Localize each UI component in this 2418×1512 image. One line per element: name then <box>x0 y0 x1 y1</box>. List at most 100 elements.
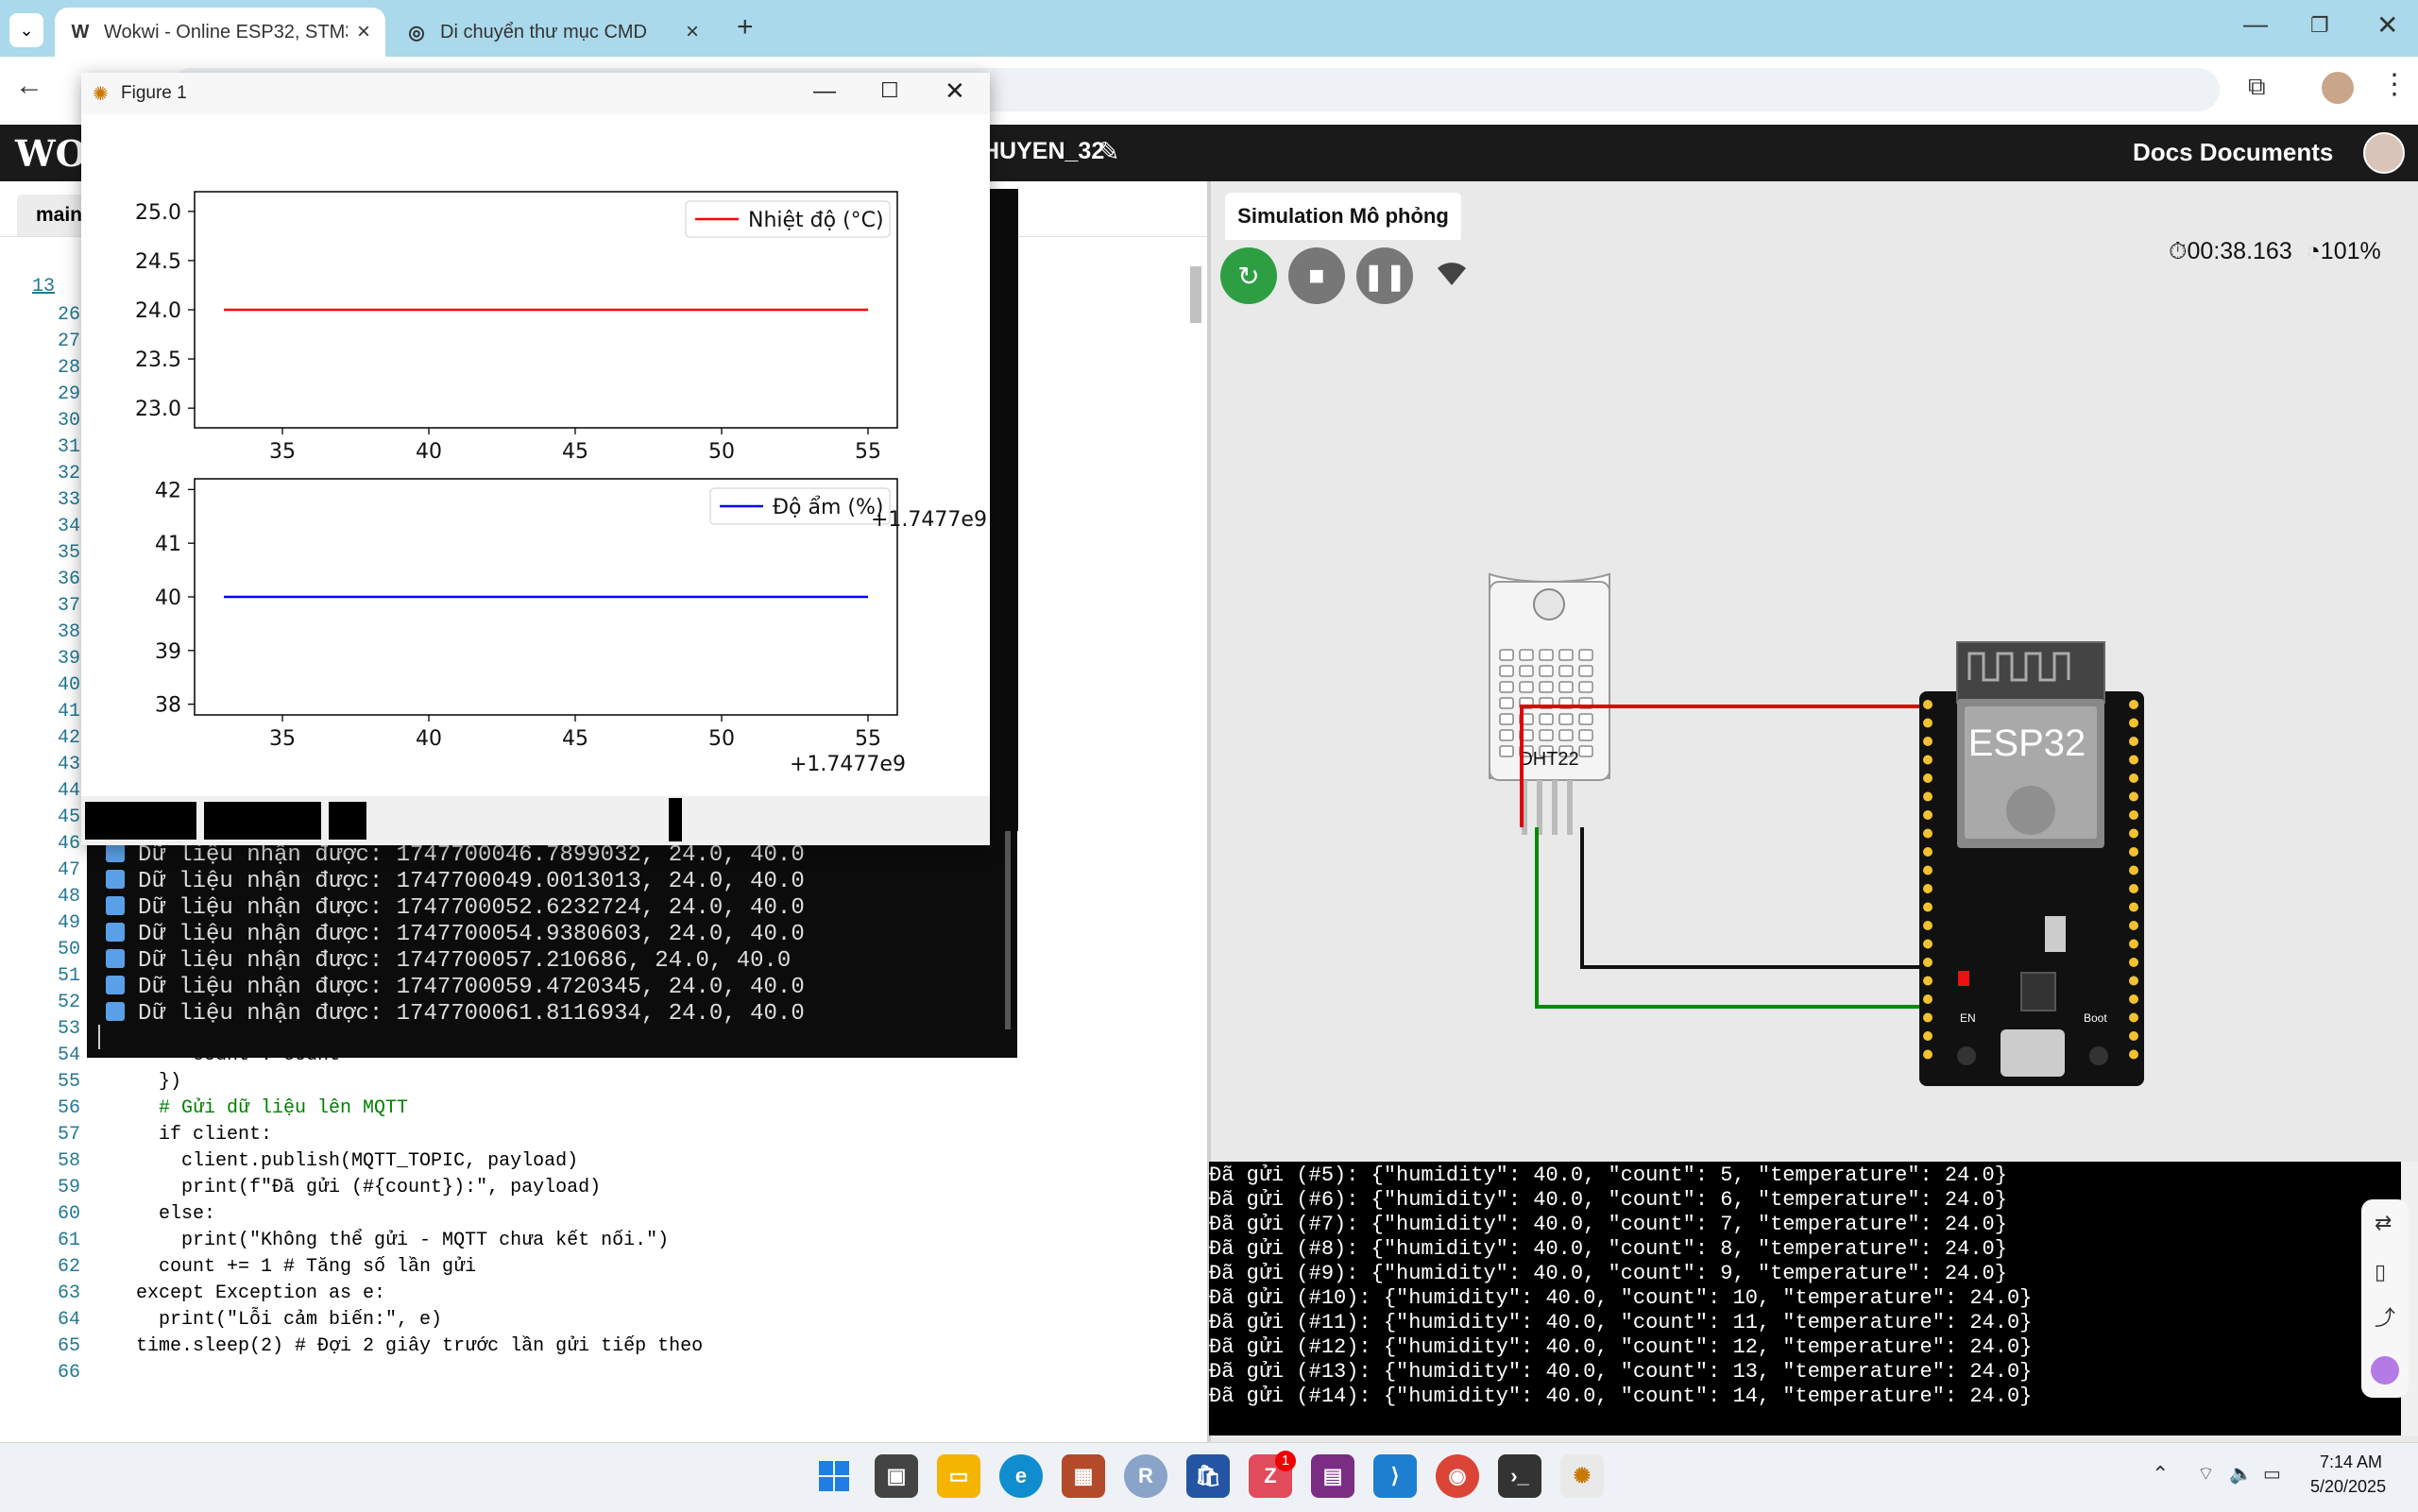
code-line[interactable]: else: <box>91 1203 215 1225</box>
project-name[interactable]: HUYEN_32 <box>982 138 1104 165</box>
esp32-pin[interactable] <box>1923 865 1933 875</box>
esp32-pin[interactable] <box>1923 939 1933 949</box>
esp32-pin[interactable] <box>2129 755 2138 765</box>
esp32-pin[interactable] <box>2129 1012 2138 1023</box>
chrome-icon[interactable]: ◉ <box>1436 1454 1479 1498</box>
restore-window-icon[interactable]: ❐ <box>2310 13 2329 38</box>
esp32-pin[interactable] <box>2129 976 2138 986</box>
esp32-pin[interactable] <box>1923 994 1933 1004</box>
esp32-pin[interactable] <box>2129 994 2138 1004</box>
esp32-pin[interactable] <box>1923 976 1933 986</box>
volume-icon[interactable]: 🔈 <box>2229 1462 2253 1486</box>
esp32-pin[interactable] <box>1923 1031 1933 1041</box>
esp32-pin[interactable] <box>1923 1049 1933 1060</box>
tray-chevron-icon[interactable]: ⌃ <box>2152 1462 2169 1487</box>
task-view-icon[interactable]: ▣ <box>875 1454 918 1498</box>
toolbar-button[interactable] <box>85 802 196 840</box>
matplotlib-taskbar-icon[interactable]: ✺ <box>1560 1454 1604 1498</box>
clock-time[interactable]: 7:14 AM <box>2320 1453 2382 1472</box>
toolbar-button[interactable] <box>204 802 321 840</box>
toolbar-button[interactable] <box>669 798 682 841</box>
wifi-tray-icon[interactable]: ⌔ <box>2197 1462 2215 1486</box>
serial-monitor[interactable]: Đã gửi (#5): {"humidity": 40.0, "count":… <box>1209 1162 2401 1436</box>
vscode-icon[interactable]: ⟩ <box>1373 1454 1417 1498</box>
back-icon[interactable]: ← <box>15 70 43 102</box>
esp32-pin[interactable] <box>2129 718 2138 728</box>
r-app-icon[interactable]: R <box>1124 1454 1167 1498</box>
esp32-pin[interactable] <box>2129 810 2138 820</box>
esp32-pin[interactable] <box>1923 737 1933 746</box>
code-line[interactable]: print("Lỗi cảm biến:", e) <box>91 1309 442 1331</box>
esp32-pin[interactable] <box>2129 737 2138 746</box>
esp32-pin[interactable] <box>2129 700 2138 709</box>
esp32-pin[interactable] <box>1923 884 1933 893</box>
esp32-pin[interactable] <box>2129 828 2138 839</box>
terminal-icon[interactable]: ›_ <box>1498 1454 1541 1498</box>
copilot-icon[interactable] <box>2371 1356 2399 1385</box>
esp32-pin[interactable] <box>2129 958 2138 967</box>
minimize-icon[interactable]: — <box>813 78 836 105</box>
code-line[interactable]: print("Không thể gửi - MQTT chưa kết nối… <box>91 1230 669 1251</box>
esp32-pin[interactable] <box>2129 791 2138 802</box>
esp32-pin[interactable] <box>1923 773 1933 783</box>
stop-button[interactable]: ■ <box>1288 247 1345 304</box>
close-icon[interactable]: ✕ <box>945 76 965 106</box>
esp32-pin[interactable] <box>1923 718 1933 728</box>
esp32-pin[interactable] <box>1923 921 1933 930</box>
esp32-pin[interactable] <box>1923 847 1933 857</box>
code-line[interactable]: except Exception as e: <box>91 1283 385 1304</box>
close-tab-icon[interactable]: × <box>686 19 699 45</box>
extensions-icon[interactable]: ⧉ <box>2248 72 2266 102</box>
esp32-pin[interactable] <box>1923 755 1933 765</box>
new-tab-icon[interactable]: + <box>737 11 754 43</box>
profile-avatar[interactable] <box>2322 72 2354 104</box>
user-avatar[interactable] <box>2363 132 2405 174</box>
pause-button[interactable]: ❚❚ <box>1356 247 1413 304</box>
maximize-icon[interactable]: ☐ <box>880 78 899 103</box>
store-icon[interactable]: 🛍 <box>1186 1454 1230 1498</box>
clock-date[interactable]: 5/20/2025 <box>2310 1477 2386 1497</box>
more-menu-icon[interactable]: ⋮ <box>2380 68 2409 101</box>
esp32-pin[interactable] <box>2129 773 2138 783</box>
esp32-pin[interactable] <box>1923 791 1933 802</box>
browser-tab-wokwi[interactable]: W Wokwi - Online ESP32, STM32, × <box>55 8 385 57</box>
minimize-window-icon[interactable]: — <box>2243 9 2268 39</box>
restart-button[interactable]: ↻ <box>1220 247 1277 304</box>
esp32-pin[interactable] <box>2129 1049 2138 1060</box>
windows-start-icon[interactable] <box>812 1454 856 1498</box>
esp32-pin[interactable] <box>1923 1012 1933 1023</box>
code-line[interactable]: }) <box>91 1071 181 1093</box>
code-line[interactable]: if client: <box>91 1124 272 1146</box>
code-line[interactable]: print(f"Đã gửi (#{count}):", payload) <box>91 1177 601 1198</box>
esp32-pin[interactable] <box>2129 939 2138 949</box>
esp32-pin[interactable] <box>1923 700 1933 709</box>
editor-scrollbar[interactable] <box>1190 266 1201 323</box>
edit-pencil-icon[interactable]: ✎ <box>1098 136 1119 167</box>
wire-black[interactable] <box>1580 827 1929 969</box>
browser-tab-cmd[interactable]: ◎ Di chuyển thư mục CMD × <box>391 8 714 57</box>
translate-icon[interactable]: ⇄ <box>2375 1211 2392 1235</box>
tab-search-button[interactable]: ⌄ <box>9 13 43 47</box>
esp32-pin[interactable] <box>2129 921 2138 930</box>
app-icon[interactable]: ▦ <box>1062 1454 1105 1498</box>
docs-link[interactable]: Docs Documents <box>2133 138 2333 167</box>
close-tab-icon[interactable]: × <box>357 19 370 45</box>
code-line[interactable]: time.sleep(2) # Đợi 2 giây trước lần gửi… <box>91 1335 703 1357</box>
close-window-icon[interactable]: ✕ <box>2376 9 2398 41</box>
esp32-pin[interactable] <box>2129 847 2138 857</box>
esp32-pin[interactable] <box>1923 958 1933 967</box>
esp32-pin[interactable] <box>1923 810 1933 820</box>
esp32-pin[interactable] <box>1923 902 1933 912</box>
esp32-pin[interactable] <box>2129 884 2138 893</box>
edge-icon[interactable]: e <box>999 1454 1043 1498</box>
share-icon[interactable]: ⤴ <box>2375 1301 2395 1332</box>
file-explorer-icon[interactable]: ▭ <box>937 1454 980 1498</box>
esp32-pin[interactable] <box>2129 1031 2138 1041</box>
esp32-pin[interactable] <box>2129 902 2138 912</box>
esp32-pin[interactable] <box>2129 865 2138 875</box>
winrar-icon[interactable]: ▤ <box>1311 1454 1354 1498</box>
code-line[interactable]: client.publish(MQTT_TOPIC, payload) <box>91 1150 578 1172</box>
simulation-tab[interactable]: Simulation Mô phỏng <box>1225 193 1461 240</box>
terminal-window[interactable]: Dữ liệu nhận được: 1747700046.7899032, 2… <box>87 831 1017 1058</box>
battery-icon[interactable]: ▭ <box>2263 1462 2281 1486</box>
